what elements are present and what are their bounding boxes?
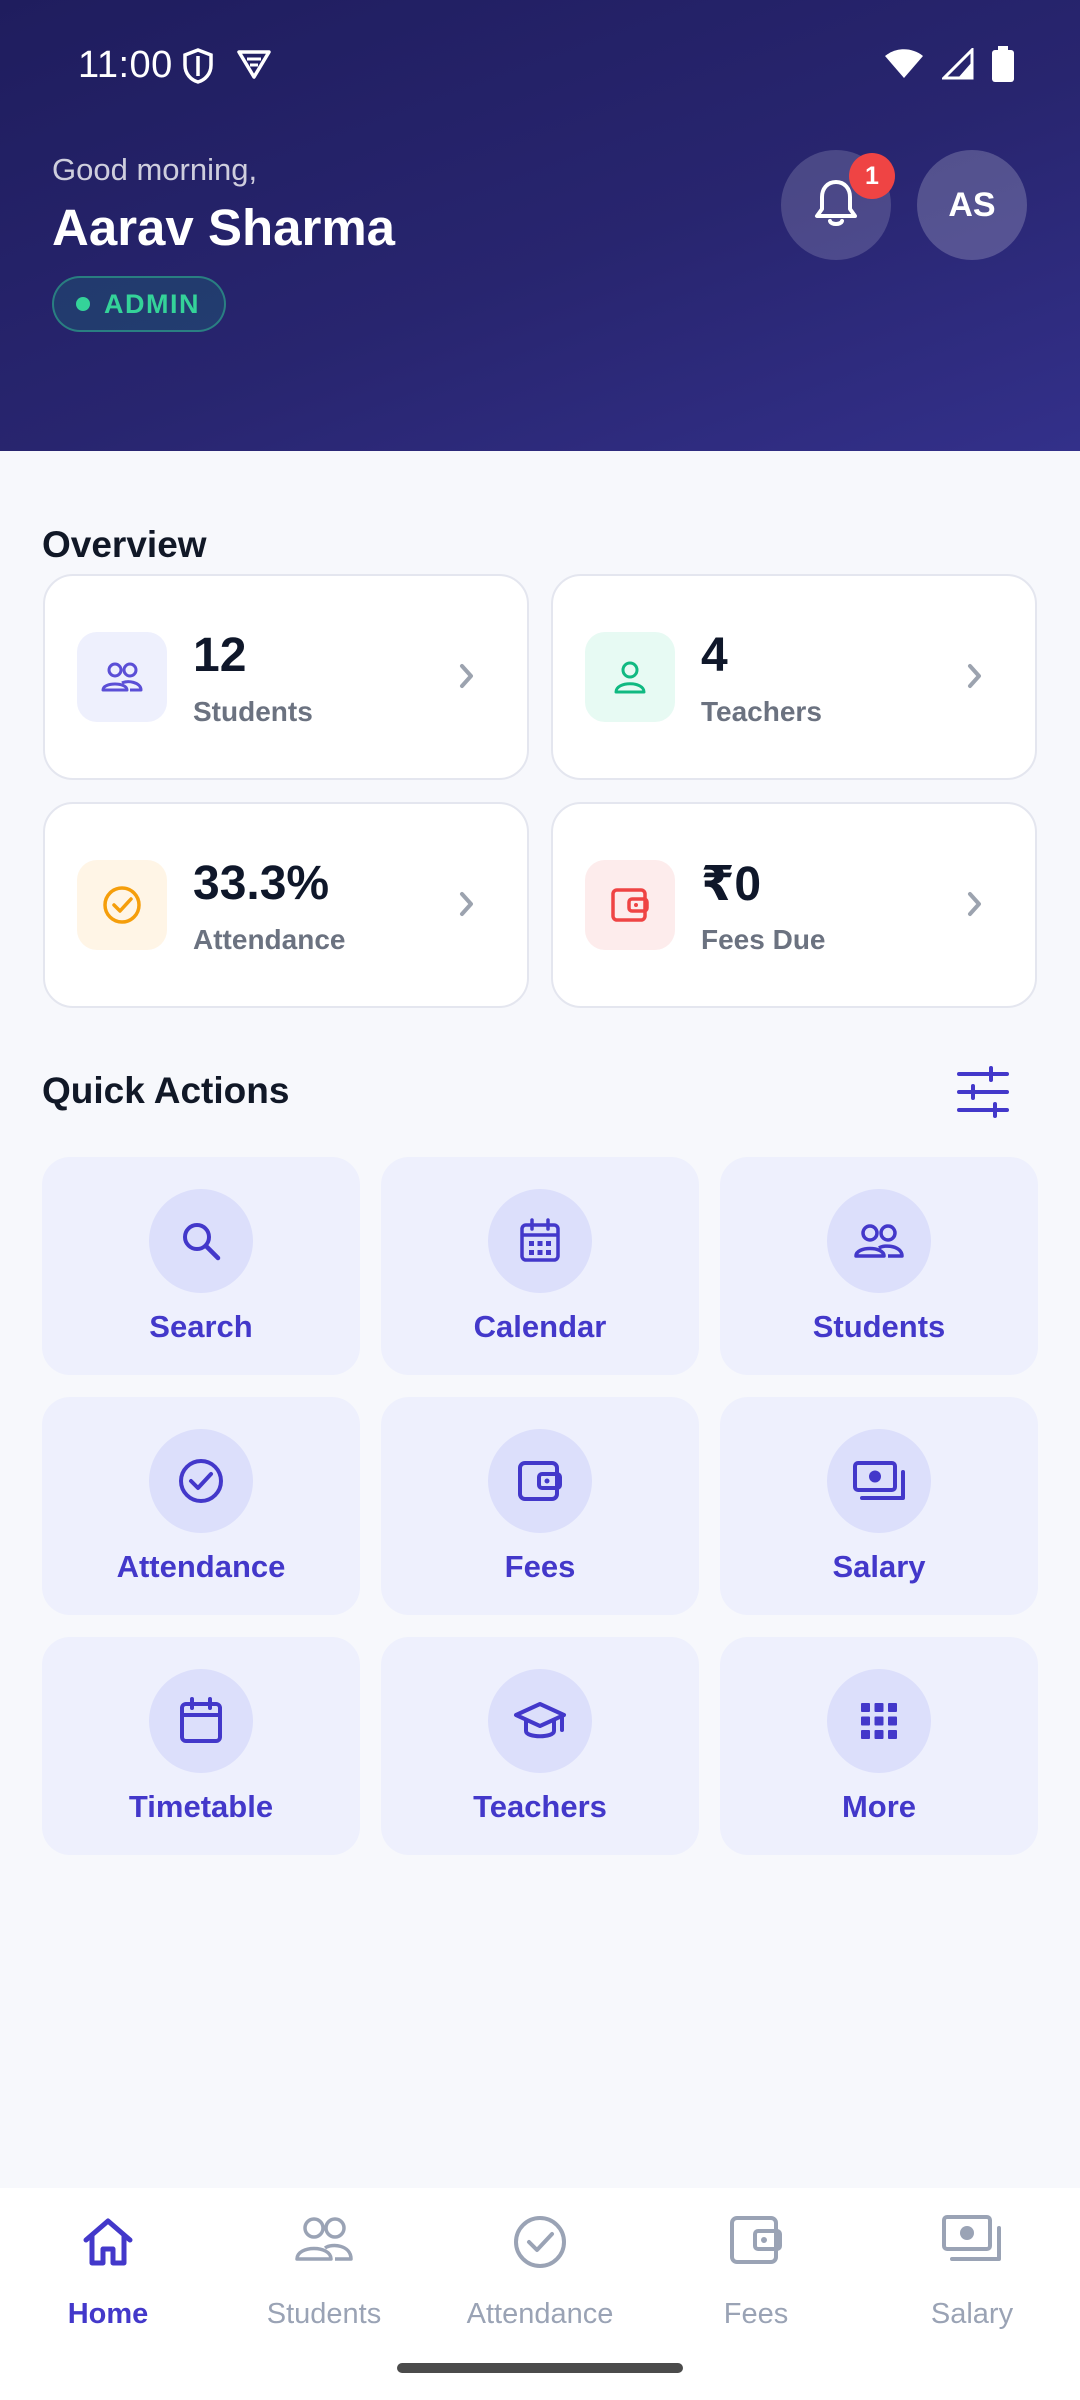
- stat-label: Fees Due: [701, 924, 826, 955]
- students-icon: [827, 1189, 931, 1293]
- timetable-icon: [149, 1669, 253, 1773]
- quick-action-attendance[interactable]: Attendance: [42, 1397, 360, 1615]
- wallet-icon: [585, 860, 675, 950]
- quick-action-label: Calendar: [473, 1309, 607, 1344]
- check-circle-icon: [149, 1429, 253, 1533]
- nav-label: Salary: [930, 2298, 1014, 2330]
- quick-action-search[interactable]: Search: [42, 1157, 360, 1375]
- user-name: Aarav Sharma: [52, 199, 396, 256]
- students-icon: [216, 2214, 432, 2264]
- quick-action-salary[interactable]: Salary: [720, 1397, 1038, 1615]
- stat-value: 4: [701, 629, 728, 682]
- battery-icon: [992, 46, 1014, 87]
- nav-item-attendance[interactable]: Attendance: [432, 2214, 648, 2334]
- role-badge: ADMIN: [52, 276, 226, 332]
- nav-label: Home: [67, 2298, 149, 2330]
- stat-value: 12: [193, 629, 247, 682]
- shield-icon: [182, 48, 214, 89]
- nav-label: Students: [266, 2298, 382, 2330]
- nav-label: Attendance: [466, 2298, 614, 2330]
- quick-action-label: Search: [149, 1309, 253, 1344]
- quick-action-label: Attendance: [116, 1549, 286, 1584]
- header: 11:00 Good morning, Aarav Sharma ADMIN 1…: [0, 0, 1080, 451]
- stat-label: Teachers: [701, 696, 822, 727]
- nav-item-salary[interactable]: Salary: [864, 2214, 1080, 2334]
- money-icon: [827, 1429, 931, 1533]
- chevron-right-icon: [457, 660, 477, 697]
- quick-action-label: Salary: [832, 1549, 926, 1584]
- stat-card-fees-due[interactable]: ₹0 Fees Due: [551, 802, 1037, 1008]
- chevron-right-icon: [965, 660, 985, 697]
- calendar-icon: [488, 1189, 592, 1293]
- greeting-text: Good morning,: [52, 152, 258, 187]
- quick-actions-title: Quick Actions: [42, 1070, 290, 1111]
- stat-label: Students: [193, 696, 313, 727]
- overview-title: Overview: [42, 524, 207, 565]
- stat-value: ₹0: [701, 858, 762, 911]
- nav-item-home[interactable]: Home: [0, 2214, 216, 2334]
- status-time: 11:00: [78, 44, 173, 86]
- quick-action-teachers[interactable]: Teachers: [381, 1637, 699, 1855]
- stat-label: Attendance: [193, 924, 346, 955]
- students-icon: [77, 632, 167, 722]
- teacher-icon: [585, 632, 675, 722]
- quick-action-fees[interactable]: Fees: [381, 1397, 699, 1615]
- grid-icon: [827, 1669, 931, 1773]
- quick-action-timetable[interactable]: Timetable: [42, 1637, 360, 1855]
- avatar[interactable]: AS: [917, 150, 1027, 260]
- role-label: ADMIN: [104, 288, 200, 319]
- home-icon: [0, 2214, 216, 2270]
- wallet-icon: [488, 1429, 592, 1533]
- check-circle-icon: [77, 860, 167, 950]
- stat-card-teachers[interactable]: 4 Teachers: [551, 574, 1037, 780]
- chevron-right-icon: [457, 888, 477, 925]
- money-icon: [864, 2214, 1080, 2264]
- sliders-icon: [955, 1066, 1011, 1122]
- quick-action-label: Timetable: [128, 1789, 274, 1824]
- chevron-right-icon: [965, 888, 985, 925]
- vpn-icon: [236, 48, 272, 89]
- quick-action-students[interactable]: Students: [720, 1157, 1038, 1375]
- search-icon: [149, 1189, 253, 1293]
- graduation-cap-icon: [488, 1669, 592, 1773]
- quick-action-label: More: [841, 1789, 917, 1824]
- check-circle-icon: [432, 2214, 648, 2270]
- stat-value: 33.3%: [193, 857, 330, 910]
- role-status-dot: [76, 297, 90, 311]
- status-bar: 11:00: [0, 0, 1080, 136]
- stat-card-students[interactable]: 12 Students: [43, 574, 529, 780]
- quick-action-label: Fees: [504, 1549, 576, 1584]
- wallet-icon: [648, 2214, 864, 2266]
- quick-action-calendar[interactable]: Calendar: [381, 1157, 699, 1375]
- quick-action-label: Teachers: [473, 1789, 607, 1824]
- stat-card-attendance[interactable]: 33.3% Attendance: [43, 802, 529, 1008]
- nav-label: Fees: [723, 2298, 789, 2330]
- nav-item-fees[interactable]: Fees: [648, 2214, 864, 2334]
- quick-action-more[interactable]: More: [720, 1637, 1038, 1855]
- quick-action-label: Students: [812, 1309, 946, 1344]
- wifi-icon: [884, 48, 924, 85]
- cellular-signal-icon: [940, 46, 974, 85]
- home-indicator[interactable]: [397, 2363, 683, 2373]
- customize-actions-button[interactable]: [955, 1066, 1015, 1122]
- notification-count-badge: 1: [849, 153, 895, 199]
- nav-item-students[interactable]: Students: [216, 2214, 432, 2334]
